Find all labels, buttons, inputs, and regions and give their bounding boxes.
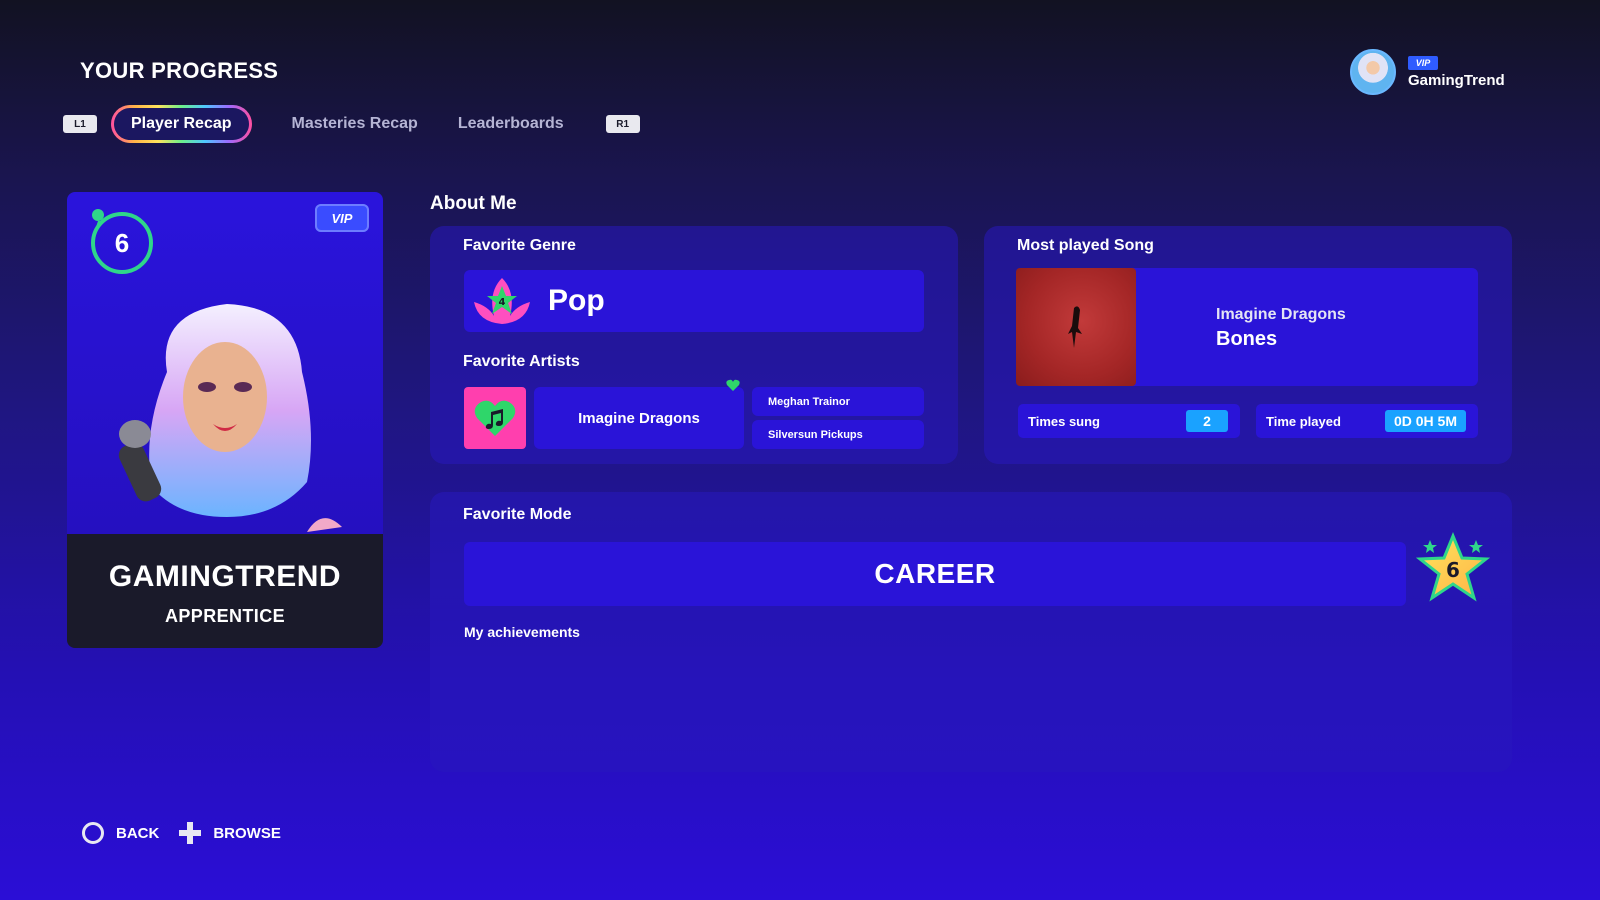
times-sung-value: 2: [1186, 410, 1228, 432]
l1-button-hint[interactable]: L1: [63, 115, 97, 133]
player-level: 6: [114, 227, 130, 258]
time-played-stat: Time played 0D 0H 5M: [1256, 404, 1478, 438]
user-info: VIP GamingTrend: [1408, 55, 1505, 89]
most-played-song-label: Most played Song: [1017, 237, 1154, 254]
favorite-genre-bar[interactable]: 4 Pop: [464, 270, 924, 332]
times-sung-stat: Times sung 2: [1018, 404, 1240, 438]
player-rank: APPRENTICE: [164, 606, 285, 626]
footer-controls: BACK BROWSE: [82, 822, 281, 844]
achievements-label: My achievements: [464, 624, 580, 640]
figure-silhouette-icon: [1068, 306, 1082, 348]
mode-star-level: 6: [1446, 558, 1460, 582]
song-artist: Imagine Dragons: [1216, 306, 1346, 323]
browse-button[interactable]: BROWSE: [213, 825, 281, 842]
album-cover-image: [1016, 268, 1136, 386]
back-button[interactable]: BACK: [116, 825, 159, 842]
page-title: YOUR PROGRESS: [80, 58, 279, 83]
time-played-label: Time played: [1266, 413, 1341, 429]
about-me-title: About Me: [430, 193, 517, 214]
top-artist[interactable]: Imagine Dragons: [534, 387, 744, 449]
artist-item[interactable]: Meghan Trainor: [752, 387, 924, 416]
star-level-icon: 6: [1416, 532, 1490, 602]
vip-badge: VIP: [315, 204, 369, 232]
lotus-star-icon: 4: [474, 278, 530, 324]
circle-button-icon: [82, 822, 104, 844]
avatar: [1350, 49, 1396, 95]
tab-player-recap[interactable]: Player Recap: [111, 105, 252, 143]
most-played-song-panel: Most played Song Imagine Dragons Bones T…: [984, 226, 1512, 464]
avatar-character-image: [118, 304, 342, 532]
tab-label: Player Recap: [114, 108, 249, 140]
tab-bar: L1 Player Recap Masteries Recap Leaderbo…: [63, 104, 640, 144]
song-info-bar[interactable]: Imagine Dragons Bones: [1084, 268, 1478, 386]
favorite-genre-value: Pop: [548, 284, 605, 317]
favorite-heart-icon: [726, 379, 740, 391]
favorite-artists-label: Favorite Artists: [463, 353, 580, 370]
artist-heart-icon: [464, 387, 526, 449]
microphone-icon: [92, 209, 104, 236]
tab-leaderboards[interactable]: Leaderboards: [458, 115, 564, 133]
favorite-mode-label: Favorite Mode: [463, 506, 572, 523]
favorite-genre-label: Favorite Genre: [463, 237, 576, 254]
user-name: GamingTrend: [1408, 71, 1505, 89]
r1-button-hint[interactable]: R1: [605, 115, 640, 133]
genre-icon-level: 4: [499, 297, 506, 308]
song-title: Bones: [1216, 328, 1278, 350]
favorites-panel: Favorite Genre 4 Pop Favorite Artists Im…: [430, 226, 958, 464]
dpad-icon: [179, 822, 202, 844]
user-profile[interactable]: VIP GamingTrend: [1350, 49, 1505, 95]
player-card: 6 VIP GAMINGTREND APPRENTICE: [67, 192, 383, 648]
artist-item[interactable]: Silversun Pickups: [752, 420, 924, 449]
vip-badge: VIP: [1408, 55, 1438, 70]
heart-music-icon: [474, 400, 516, 436]
time-played-value: 0D 0H 5M: [1384, 410, 1466, 432]
tab-masteries-recap[interactable]: Masteries Recap: [292, 115, 418, 133]
favorite-mode-panel: Favorite Mode CAREER 6 My achievements: [430, 492, 1512, 772]
player-name: GAMINGTREND: [108, 560, 342, 593]
card-art: 6 VIP: [67, 192, 383, 534]
favorite-mode-value[interactable]: CAREER: [464, 542, 1406, 606]
times-sung-label: Times sung: [1028, 413, 1101, 429]
